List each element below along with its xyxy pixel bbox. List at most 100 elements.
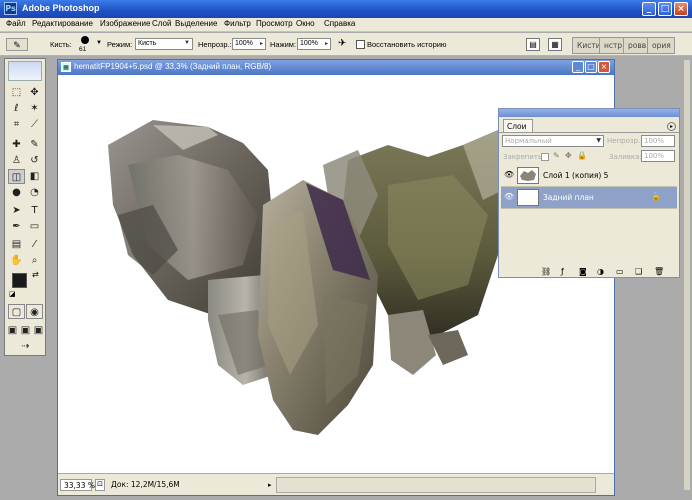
restore-history-checkbox[interactable] — [356, 40, 365, 49]
menu-image[interactable]: Изображение — [100, 19, 150, 28]
foreground-color-swatch[interactable] — [12, 273, 27, 288]
menu-view[interactable]: Просмотр — [256, 19, 293, 28]
marquee-tool-icon[interactable]: ⬚ — [8, 85, 25, 100]
status-bar: 33,33 % ⊡ Док: 12,2M/15,6M ▸ — [58, 473, 614, 495]
minimize-button[interactable]: _ — [642, 2, 656, 16]
new-group-icon[interactable]: ▭ — [616, 267, 624, 276]
lock-transparency-icon[interactable] — [541, 153, 549, 161]
move-tool-icon[interactable]: ✥ — [26, 85, 43, 100]
opacity-label: Непрозр.: — [198, 40, 232, 49]
menu-window[interactable]: Окно — [296, 19, 315, 28]
horizontal-scrollbar[interactable] — [276, 477, 596, 493]
eyedropper-tool-icon[interactable]: ⁄ — [26, 237, 43, 252]
default-colors-icon[interactable]: ◪ — [9, 290, 16, 298]
zoom-field[interactable]: 33,33 % — [60, 479, 95, 491]
lock-pixels-icon[interactable]: ✎ — [553, 151, 560, 160]
doc-maximize-button[interactable]: □ — [585, 61, 597, 73]
status-menu-arrow-icon[interactable]: ▸ — [268, 481, 272, 489]
crop-tool-icon[interactable]: ⌗ — [8, 117, 25, 132]
photoshop-feather-icon[interactable] — [8, 61, 42, 81]
lasso-tool-icon[interactable]: ℓ — [8, 101, 25, 116]
status-info-icon[interactable]: ⊡ — [95, 479, 105, 491]
zoom-tool-icon[interactable]: ⌕ — [26, 253, 43, 268]
tab-layers[interactable]: Слои — [503, 119, 533, 132]
doc-close-button[interactable]: × — [598, 61, 610, 73]
swap-colors-icon[interactable]: ⇄ — [32, 270, 39, 279]
brush-size: 61 — [79, 46, 87, 53]
path-selection-tool-icon[interactable]: ➤ — [8, 203, 25, 218]
link-layers-icon[interactable]: ⛓ — [541, 267, 551, 276]
delete-layer-icon[interactable]: 🗑 — [654, 267, 664, 276]
tab-layer-comps[interactable]: ровв — [623, 37, 648, 54]
type-tool-icon[interactable]: T — [26, 203, 43, 218]
menu-filter[interactable]: Фильтр — [224, 19, 251, 28]
opacity-field[interactable]: 100% ▸ — [232, 38, 266, 50]
mode-select[interactable]: Кисть ▼ — [135, 38, 193, 50]
menu-file[interactable]: Файл — [6, 19, 26, 28]
fill-field[interactable]: 100% — [641, 150, 675, 162]
shape-tool-icon[interactable]: ▭ — [26, 219, 43, 234]
notes-tool-icon[interactable]: ▤ — [8, 237, 25, 252]
menu-select[interactable]: Выделение — [175, 19, 217, 28]
eye-icon[interactable]: 👁 — [504, 192, 514, 201]
airbrush-icon[interactable]: ✈ — [338, 38, 346, 49]
gradient-tool-icon[interactable]: ◧ — [26, 169, 43, 184]
standard-mode-icon[interactable]: ▢ — [8, 304, 25, 319]
layer-opacity-value: 100% — [644, 137, 665, 145]
eraser-preset-icon[interactable]: ✎ — [6, 38, 28, 51]
tab-history[interactable]: ория — [647, 37, 675, 54]
workspace-scrollbar[interactable] — [684, 60, 690, 490]
screen-mode-full-menu-icon[interactable]: ▣ — [19, 323, 32, 338]
pressure-field[interactable]: 100% ▸ — [297, 38, 331, 50]
screen-mode-full-icon[interactable]: ▣ — [32, 323, 45, 338]
layer-mask-icon[interactable]: ◙ — [579, 267, 587, 276]
menu-help[interactable]: Справка — [324, 19, 355, 28]
chevron-down-icon: ▼ — [184, 40, 190, 46]
document-icon[interactable]: ▦ — [548, 38, 562, 51]
new-layer-icon[interactable]: ❑ — [635, 267, 642, 276]
slice-tool-icon[interactable]: ⟋ — [26, 117, 43, 132]
clone-stamp-tool-icon[interactable]: ♙ — [8, 153, 25, 168]
adjustment-layer-icon[interactable]: ◑ — [597, 267, 604, 276]
dodge-tool-icon[interactable]: ◔ — [26, 185, 43, 200]
healing-brush-tool-icon[interactable]: ✚ — [8, 137, 25, 152]
pressure-value: 100% — [300, 40, 318, 47]
history-brush-tool-icon[interactable]: ↺ — [26, 153, 43, 168]
layers-panel-title-bar[interactable] — [499, 109, 679, 117]
maximize-button[interactable]: □ — [658, 2, 672, 16]
quick-mask-icon[interactable]: ◉ — [26, 304, 43, 319]
chevron-down-icon[interactable]: ▼ — [96, 40, 102, 46]
toolbox: ⬚ ✥ ℓ ✶ ⌗ ⟋ ✚ ✎ ♙ ↺ ◫ ◧ ● ◔ ➤ T ✒ ▭ ▤ ⁄ … — [4, 58, 46, 356]
layer-name: Слой 1 (копия) 5 — [543, 171, 609, 180]
tab-brushes[interactable]: Кисти — [572, 37, 601, 54]
layers-panel-footer: ⛓ ƒ ◙ ◑ ▭ ❑ 🗑 — [499, 267, 679, 278]
opacity-value: 100% — [235, 40, 253, 47]
layer-style-icon[interactable]: ƒ — [561, 267, 564, 276]
layer-row-selected[interactable]: 👁 Задний план 🔒 — [501, 187, 677, 209]
jump-to-imageready-icon[interactable]: ⇢ — [17, 339, 34, 354]
magic-wand-tool-icon[interactable]: ✶ — [26, 101, 43, 116]
eye-icon[interactable]: 👁 — [504, 170, 514, 179]
lock-position-icon[interactable]: ✥ — [565, 151, 572, 160]
eraser-tool-icon[interactable]: ◫ — [8, 169, 25, 184]
screen-mode-standard-icon[interactable]: ▣ — [6, 323, 19, 338]
menu-edit[interactable]: Редактирование — [32, 19, 93, 28]
lock-all-icon[interactable]: 🔒 — [577, 151, 587, 160]
panel-menu-icon[interactable]: ▸ — [667, 122, 676, 131]
hand-tool-icon[interactable]: ✋ — [8, 253, 25, 268]
tool-presets-icon[interactable]: ▤ — [526, 38, 540, 51]
menu-layer[interactable]: Слой — [152, 19, 171, 28]
tab-tool-presets[interactable]: нстр — [599, 37, 624, 54]
brush-picker[interactable]: 61 — [78, 36, 92, 54]
brush-tool-icon[interactable]: ✎ — [26, 137, 43, 152]
layer-row[interactable]: 👁 Слой 1 (копия) 5 — [501, 165, 677, 187]
doc-minimize-button[interactable]: _ — [572, 61, 584, 73]
chevron-right-icon: ▸ — [259, 41, 263, 47]
blur-tool-icon[interactable]: ● — [8, 185, 25, 200]
close-button[interactable]: × — [674, 2, 688, 16]
menu-bar: Файл Редактирование Изображение Слой Выд… — [0, 18, 692, 32]
blend-mode-select[interactable]: Нормальный ▼ — [502, 135, 604, 147]
pen-tool-icon[interactable]: ✒ — [8, 219, 25, 234]
layer-opacity-field[interactable]: 100% — [641, 135, 675, 147]
restore-history-label: Восстановить историю — [367, 40, 447, 49]
